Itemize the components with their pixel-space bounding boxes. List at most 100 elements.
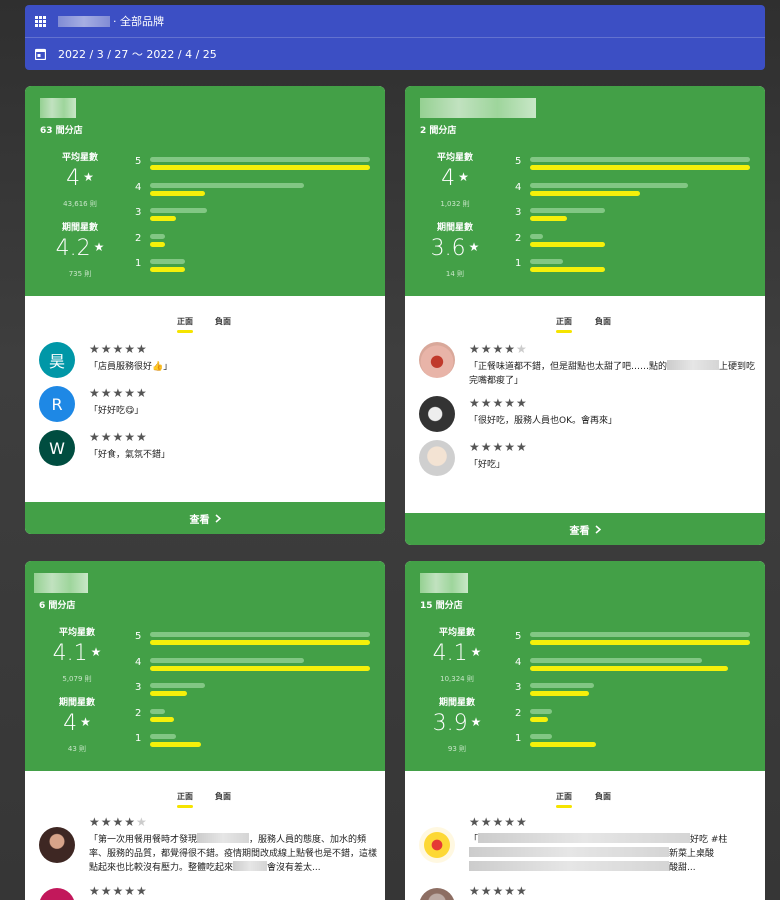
avg-rating-value: 4.1 ★ <box>432 641 482 666</box>
chevron-right-icon <box>595 524 601 534</box>
period-rating-label: 期間星數 <box>58 698 95 708</box>
redacted-text <box>197 833 250 843</box>
total-rating-bar <box>530 708 552 714</box>
review-item: ★★★★★ <box>419 884 759 900</box>
review-item: ★★★★★ 「很好吃，服務人員也OK。會再來」 <box>419 396 759 436</box>
total-rating-bar <box>150 734 177 739</box>
brand-card: 63 間分店 平均星數 4 ★ 43,616 則 期間星數 4.2 ★ 735 則 … <box>25 86 385 534</box>
period-rating-bar <box>530 691 590 696</box>
review-text: 「很好吃，服務人員也OK。會再來」 <box>469 416 617 426</box>
star-level-label: 5 <box>135 631 142 642</box>
avatar <box>419 396 455 432</box>
branch-count: 63 間分店 <box>40 126 83 136</box>
brand-card: 6 間分店 平均星數 4.1 ★ 5,079 則 期間星數 4 ★ 43 則 5 4 3… <box>25 561 385 900</box>
review-item: R ★★★★★ 「好好吃😋」 <box>39 386 379 426</box>
avg-rating-label: 平均星數 <box>58 628 95 638</box>
view-button[interactable]: 查看 <box>405 513 765 545</box>
avg-rating-count: 10,324 則 <box>440 675 474 683</box>
star-level-label: 4 <box>515 181 522 193</box>
star-level-label: 5 <box>515 156 522 167</box>
star-level-label: 2 <box>135 707 142 719</box>
period-rating-bar <box>530 267 605 272</box>
tab-negative[interactable]: 負面 <box>215 316 231 327</box>
avg-rating-count: 43,616 則 <box>63 200 97 208</box>
avatar: R <box>39 386 75 422</box>
tab-negative[interactable]: 負面 <box>595 791 611 802</box>
total-rating-bar <box>530 657 702 663</box>
tab-negative[interactable]: 負面 <box>215 791 231 802</box>
avatar <box>39 888 75 900</box>
rating-summary: 63 間分店 平均星數 4 ★ 43,616 則 期間星數 4.2 ★ 735 則 … <box>25 86 385 296</box>
rating-summary: 2 間分店 平均星數 4 ★ 1,032 則 期間星數 3.6 ★ 14 則 5 4 3… <box>405 86 765 296</box>
period-rating-bar <box>530 716 548 722</box>
tab-positive[interactable]: 正面 <box>177 791 193 808</box>
period-rating-label: 期間星數 <box>61 223 98 233</box>
total-rating-bar <box>530 182 689 188</box>
review-text: 「店員服務很好👍」 <box>89 362 173 372</box>
total-rating-bar <box>150 259 186 264</box>
star-rating: ★★★★★ <box>469 815 528 829</box>
redacted-text <box>478 833 691 843</box>
date-range-filter[interactable]: 2022 / 3 / 27 ～ 2022 / 4 / 25 <box>25 37 765 69</box>
star-rating: ★★★★★ <box>469 440 528 454</box>
period-rating-bar <box>150 665 370 671</box>
review-item: ★★★★★ <box>39 884 379 900</box>
branch-count: 6 間分店 <box>39 601 76 611</box>
review-item: 昊 ★★★★★ 「店員服務很好👍」 <box>39 342 379 382</box>
period-rating-count: 93 則 <box>447 745 467 753</box>
star-level-label: 4 <box>135 181 142 193</box>
brand-name-redacted <box>34 573 88 593</box>
avatar <box>39 827 75 863</box>
period-rating-bar <box>150 640 370 645</box>
brand-card: 2 間分店 平均星數 4 ★ 1,032 則 期間星數 3.6 ★ 14 則 5 4 3… <box>405 86 765 545</box>
period-rating-count: 14 則 <box>445 270 465 278</box>
avg-rating-value: 4 ★ <box>66 166 94 191</box>
branch-count: 15 間分店 <box>420 601 463 611</box>
grid-icon <box>35 15 46 27</box>
period-rating-bar <box>150 241 166 247</box>
avg-rating-label: 平均星數 <box>61 153 98 163</box>
brand-filter[interactable]: · 全部品牌 <box>25 5 765 37</box>
star-level-label: 2 <box>515 707 522 719</box>
tab-positive[interactable]: 正面 <box>556 791 572 808</box>
period-rating-bar <box>530 241 605 247</box>
view-button[interactable]: 查看 <box>25 502 385 534</box>
star-rating: ★★★★★ <box>469 396 528 410</box>
rating-summary: 6 間分店 平均星數 4.1 ★ 5,079 則 期間星數 4 ★ 43 則 5 4 3… <box>25 561 385 771</box>
period-rating-count: 43 則 <box>67 745 87 753</box>
total-rating-bar <box>150 708 166 714</box>
star-level-label: 1 <box>515 733 522 744</box>
view-label: 查看 <box>189 514 210 526</box>
view-label: 查看 <box>569 525 590 537</box>
star-level-label: 2 <box>135 232 142 244</box>
redacted-text <box>469 847 669 857</box>
period-rating-bar <box>530 742 596 747</box>
star-rating: ★★★★★ <box>89 815 148 829</box>
brand-filter-label: · 全部品牌 <box>113 15 164 28</box>
review-text: 「好好吃😋」 <box>89 406 144 416</box>
review-item: ★★★★★ 「第一次用餐用餐時才發現 ，服務人員的態度、加水的頻率、服務的品質，都… <box>39 815 379 879</box>
period-rating-bar <box>530 640 750 645</box>
avatar: 昊 <box>39 342 75 378</box>
avg-rating-label: 平均星數 <box>438 628 475 638</box>
star-level-label: 3 <box>515 682 522 693</box>
total-rating-bar <box>150 208 208 213</box>
period-rating-bar <box>150 691 188 696</box>
star-level-label: 1 <box>135 258 142 269</box>
total-rating-bar <box>530 632 750 637</box>
period-rating-count: 735 則 <box>68 270 92 278</box>
star-level-label: 1 <box>135 733 142 744</box>
period-rating-bar <box>150 165 370 170</box>
star-rating: ★★★★★ <box>89 430 148 444</box>
tab-positive[interactable]: 正面 <box>556 316 572 333</box>
period-rating-label: 期間星數 <box>436 223 473 233</box>
star-rating: ★★★★★ <box>469 884 528 898</box>
period-rating-bar <box>150 267 186 272</box>
tab-positive[interactable]: 正面 <box>177 316 193 333</box>
tab-negative[interactable]: 負面 <box>595 316 611 327</box>
total-rating-bar <box>530 683 594 688</box>
avatar <box>419 440 455 476</box>
period-rating-bar <box>150 742 201 747</box>
review-text: 「好吃」 <box>469 460 506 470</box>
avatar <box>419 827 455 863</box>
